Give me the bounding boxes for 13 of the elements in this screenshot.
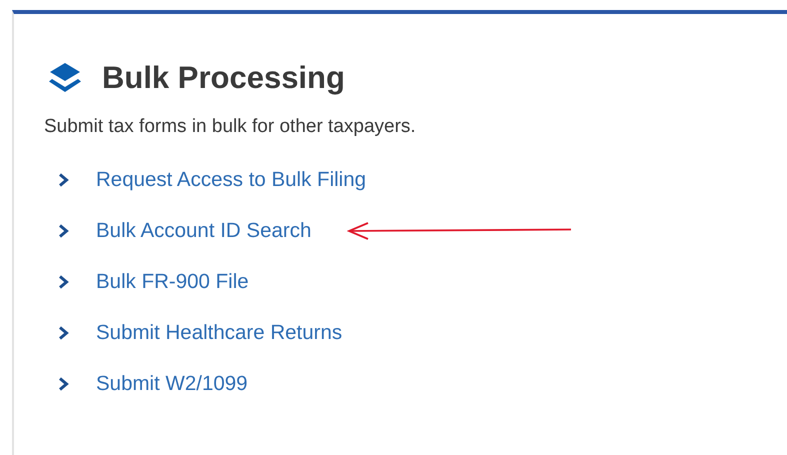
- nav-link[interactable]: Bulk Account ID Search: [58, 218, 312, 242]
- nav-link[interactable]: Submit Healthcare Returns: [58, 320, 342, 344]
- nav-link[interactable]: Submit W2/1099: [58, 372, 248, 396]
- chevron-icon: [58, 376, 70, 390]
- chevron-icon: [58, 274, 70, 288]
- card-title: Bulk Processing: [102, 59, 345, 97]
- nav-link[interactable]: Bulk FR-900 File: [58, 270, 249, 294]
- chevron-icon: [58, 172, 70, 186]
- card-description: Submit tax forms in bulk for other taxpayers.: [44, 115, 417, 139]
- layers-icon: [48, 62, 82, 94]
- chevron-icon: [58, 224, 70, 238]
- nav-link[interactable]: Request Access to Bulk Filing: [58, 168, 366, 192]
- chevron-icon: [58, 326, 70, 340]
